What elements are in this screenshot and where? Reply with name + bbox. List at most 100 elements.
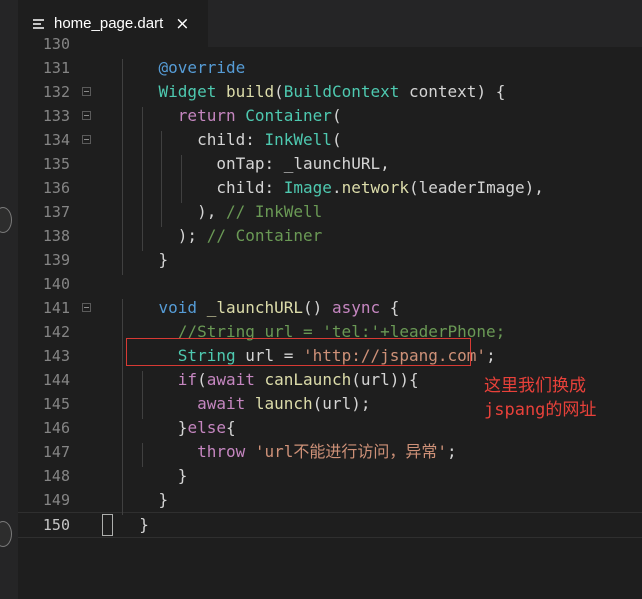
line-number: 143 xyxy=(42,347,70,365)
indent-guide xyxy=(161,131,162,227)
close-icon[interactable]: × xyxy=(175,14,189,34)
code-text: ); // Container xyxy=(120,224,323,248)
fold-toggle-icon[interactable] xyxy=(82,87,91,96)
code-token: ( xyxy=(331,130,342,149)
indent-guide xyxy=(122,59,123,275)
code-token: ( xyxy=(274,82,284,101)
line-number: 135 xyxy=(42,155,70,173)
code-token: ); xyxy=(120,226,207,245)
code-line[interactable]: 149 } xyxy=(18,488,642,512)
indent-guide xyxy=(181,155,182,203)
code-token: ), xyxy=(120,202,226,221)
code-token: ( xyxy=(197,370,207,389)
code-text: child: Image.network(leaderImage), xyxy=(120,176,544,200)
code-text: } xyxy=(120,513,149,537)
fold-toggle-icon[interactable] xyxy=(82,111,91,120)
code-line[interactable]: 133 return Container( xyxy=(18,104,642,128)
code-token: . xyxy=(331,178,342,197)
code-line[interactable]: 132 Widget build(BuildContext context) { xyxy=(18,80,642,104)
line-number: 134 xyxy=(42,131,70,149)
annotation-line-1: 这里我们换成 xyxy=(484,376,586,396)
code-token: ; xyxy=(486,346,496,365)
code-token: void xyxy=(158,298,198,317)
code-text: return Container( xyxy=(120,104,342,128)
code-line[interactable]: 150 } xyxy=(18,512,642,538)
code-text: }else{ xyxy=(120,416,236,440)
code-line[interactable]: 137 ), // InkWell xyxy=(18,200,642,224)
code-line[interactable]: 141 void _launchURL() async { xyxy=(18,296,642,320)
code-text: } xyxy=(120,248,169,272)
code-text: child: InkWell( xyxy=(120,128,342,152)
file-lines-icon xyxy=(33,18,45,30)
code-editor[interactable]: 130 131 @override 132 Widget build(BuildC… xyxy=(18,35,642,599)
line-number: 140 xyxy=(42,275,70,293)
code-text: if(await canLaunch(url)){ xyxy=(120,368,419,392)
code-token: Container xyxy=(245,106,332,125)
line-number: 144 xyxy=(42,371,70,389)
code-token: build xyxy=(225,82,275,101)
code-line[interactable]: 136 child: Image.network(leaderImage), xyxy=(18,176,642,200)
code-token: { xyxy=(225,418,236,437)
code-token: return xyxy=(177,106,236,125)
code-line[interactable]: 134 child: InkWell( xyxy=(18,128,642,152)
line-number: 130 xyxy=(42,35,70,53)
code-line[interactable]: 138 ); // Container xyxy=(18,224,642,248)
code-token: if xyxy=(177,370,198,389)
panel-handle[interactable] xyxy=(0,521,12,547)
annotation-note: 这里我们换成 jspang的网址 xyxy=(484,374,596,422)
code-line-partial: 130 xyxy=(18,32,642,56)
line-number: 131 xyxy=(42,59,70,77)
fold-toggle-icon[interactable] xyxy=(82,135,91,144)
code-token: { xyxy=(380,298,400,317)
tab-filename: home_page.dart xyxy=(54,15,164,32)
code-line[interactable]: 135 onTap: _launchURL, xyxy=(18,152,642,176)
code-line[interactable]: 140 xyxy=(18,272,642,296)
code-token: (url)){ xyxy=(351,370,419,389)
code-token: ; xyxy=(447,442,457,461)
fold-toggle-icon[interactable] xyxy=(82,303,91,312)
annotation-line-2: jspang的网址 xyxy=(484,400,597,420)
code-token: await xyxy=(197,394,246,413)
code-text: Widget build(BuildContext context) { xyxy=(120,80,506,104)
code-token: canLaunch xyxy=(264,370,352,389)
code-text: } xyxy=(120,464,188,488)
code-token: } xyxy=(120,250,169,269)
code-text: await launch(url); xyxy=(120,392,370,416)
code-line[interactable]: 148 } xyxy=(18,464,642,488)
code-line[interactable]: 131 @override xyxy=(18,56,642,80)
line-number: 150 xyxy=(42,516,70,534)
code-token: } xyxy=(120,515,149,534)
line-number: 137 xyxy=(42,203,70,221)
code-token: Image xyxy=(283,178,332,197)
code-token: ( xyxy=(331,106,342,125)
line-number: 136 xyxy=(42,179,70,197)
code-token: async xyxy=(331,298,381,317)
code-line[interactable]: 139 } xyxy=(18,248,642,272)
code-token: BuildContext xyxy=(283,82,400,101)
line-number: 141 xyxy=(42,299,70,317)
indent-guide xyxy=(142,371,143,419)
code-text: ), // InkWell xyxy=(120,200,322,224)
code-token: child: xyxy=(120,178,284,197)
code-token: throw xyxy=(197,442,246,461)
code-token: } xyxy=(120,466,188,485)
line-number: 133 xyxy=(42,107,70,125)
code-line[interactable]: 147 throw 'url不能进行访问，异常'; xyxy=(18,440,642,464)
indent-guide xyxy=(142,443,143,467)
code-token: // Container xyxy=(206,226,323,245)
panel-handle[interactable] xyxy=(0,207,12,233)
code-token: launch xyxy=(254,394,313,413)
line-number: 132 xyxy=(42,83,70,101)
line-number: 142 xyxy=(42,323,70,341)
code-text: void _launchURL() async { xyxy=(120,296,400,320)
code-token: () xyxy=(303,298,332,317)
code-token: (url); xyxy=(312,394,371,413)
